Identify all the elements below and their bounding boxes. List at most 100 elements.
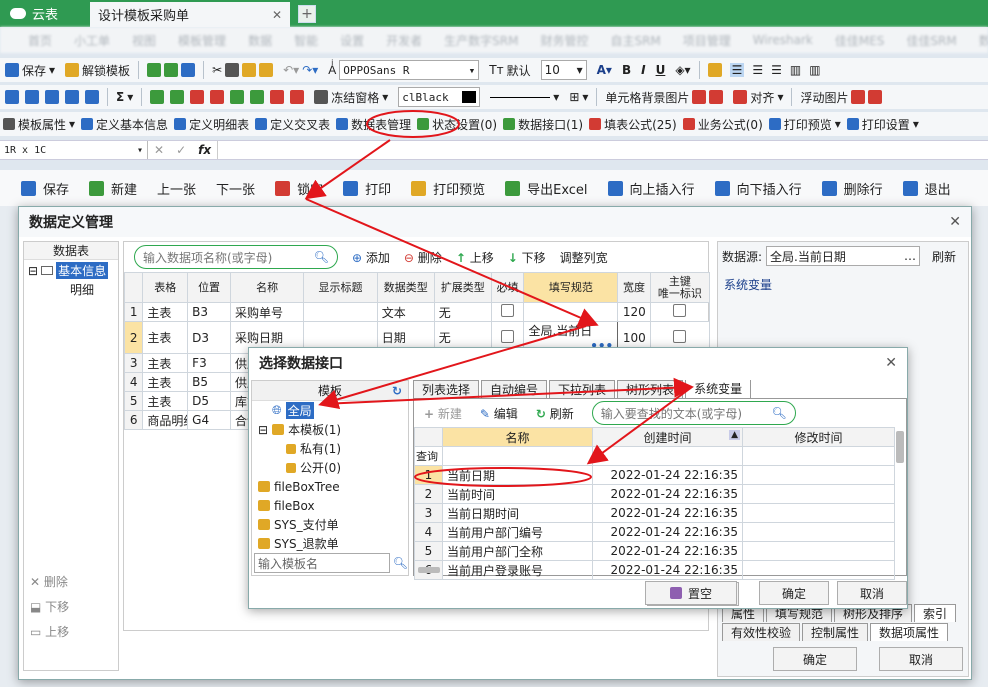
cell-name[interactable]: 当前日期时间 bbox=[442, 503, 593, 523]
column-header[interactable]: 宽度 bbox=[617, 272, 651, 303]
table-row[interactable]: 1 主表 B3 采购单号 文本无 120 bbox=[123, 302, 711, 322]
close-icon[interactable]: ✕ bbox=[272, 8, 282, 22]
underline-icon[interactable]: U bbox=[656, 63, 666, 77]
column-header[interactable]: 数据类型 bbox=[376, 272, 435, 303]
table-row[interactable]: 6当前用户登录账号2022-01-24 22:16:35 bbox=[414, 560, 895, 580]
template-tree-item[interactable]: ⊟ 本模板(1) bbox=[252, 420, 408, 439]
cell-modified[interactable] bbox=[742, 560, 895, 580]
menu-item[interactable]: 财务管控 bbox=[540, 32, 588, 49]
menu-item[interactable]: Wireshark bbox=[753, 33, 813, 47]
toolbar3-item[interactable]: 定义交叉表 bbox=[252, 113, 333, 135]
interface-search-input[interactable]: 输入要查找的文本(或字母) 🔍︎ bbox=[591, 401, 796, 425]
cell-name[interactable]: 采购单号 bbox=[229, 302, 305, 322]
cell-t[interactable]: 主表 bbox=[142, 391, 189, 411]
font-color-icon[interactable]: A▾ bbox=[597, 63, 612, 77]
save-menu[interactable]: 保存 ▾ bbox=[0, 59, 60, 81]
toolbar3-item[interactable]: 打印预览 ▾ bbox=[766, 113, 844, 135]
delete-table-button[interactable]: ✕ 删除 bbox=[30, 570, 69, 595]
action-button[interactable]: 打印预览 bbox=[402, 173, 494, 203]
action-button[interactable]: 打印 bbox=[334, 173, 400, 203]
toolbar3-item[interactable]: 状态设置(0) bbox=[414, 113, 500, 135]
column-header[interactable]: 填写规范 bbox=[523, 272, 619, 303]
align-tools[interactable]: ☰ ☰ ☰ ▥ ▥ bbox=[703, 59, 826, 81]
template-search-input[interactable]: 输入模板名 bbox=[254, 553, 390, 573]
bold-icon[interactable]: B bbox=[622, 63, 631, 77]
clear-button[interactable]: 置空 bbox=[645, 581, 737, 605]
action-button[interactable]: 向下插入行 bbox=[706, 173, 811, 203]
template-tree-item[interactable]: 私有(1) bbox=[252, 439, 408, 458]
confirm-icon[interactable]: ✓ bbox=[176, 143, 186, 157]
toolbar3-item[interactable]: 数据接口(1) bbox=[500, 113, 586, 135]
row-col-tools[interactable] bbox=[145, 86, 309, 108]
action-button[interactable]: 上一张 bbox=[148, 173, 205, 203]
toolbar3-item[interactable]: 数据表管理 bbox=[333, 113, 414, 135]
toolbar3-item[interactable]: 打印设置 ▾ bbox=[844, 113, 922, 135]
menu-item[interactable]: 项目管理 bbox=[683, 32, 731, 49]
menu-item[interactable]: 首页 bbox=[28, 32, 52, 49]
fx-icon[interactable]: fx bbox=[198, 143, 211, 157]
undo-redo[interactable]: ↶▾ ↷▾ bbox=[278, 59, 323, 81]
close-icon[interactable]: ✕ bbox=[885, 355, 897, 371]
grid-tools[interactable] bbox=[0, 86, 104, 108]
line-color-selector[interactable]: clBlack bbox=[393, 86, 485, 108]
cell-modified[interactable] bbox=[742, 541, 895, 561]
checkbox[interactable] bbox=[673, 329, 687, 343]
freeze-panes-menu[interactable]: 冻结窗格 ▾ bbox=[309, 86, 393, 108]
move-down-button[interactable]: ↓ 下移 bbox=[508, 249, 546, 266]
query-cell[interactable] bbox=[442, 446, 593, 466]
action-button[interactable]: 锁定 bbox=[266, 173, 332, 203]
source-input[interactable]: 全局.当前日期… bbox=[766, 246, 921, 266]
border-selector[interactable]: ⊞ ▾ bbox=[564, 86, 593, 108]
property-tab[interactable]: 有效性校验 bbox=[722, 623, 801, 641]
unlock-template-button[interactable]: 解锁模板 bbox=[60, 59, 135, 81]
menu-item[interactable]: 佳佳MES bbox=[835, 32, 885, 49]
align-center-icon[interactable]: ☰ bbox=[752, 63, 763, 77]
action-button[interactable]: 导出Excel bbox=[496, 173, 596, 203]
query-cell[interactable] bbox=[592, 446, 743, 466]
cell-modified[interactable] bbox=[742, 503, 895, 523]
toolbar3-item[interactable]: 模板属性 ▾ bbox=[0, 113, 78, 135]
font-selector[interactable]: Aͥ OPPOSans R ▾ bbox=[323, 59, 484, 81]
column-header[interactable]: 表格 bbox=[142, 272, 189, 303]
table-row[interactable]: 5 当前用户部门全称 2022-01-24 22:16:35 bbox=[414, 541, 895, 561]
format-tools[interactable] bbox=[142, 59, 200, 81]
cell-p[interactable]: F3 bbox=[187, 353, 231, 373]
menu-item[interactable]: 数据库 bbox=[979, 32, 988, 49]
move-up-button[interactable]: ↑ 上移 bbox=[456, 249, 494, 266]
cell-p[interactable]: G4 bbox=[187, 410, 231, 430]
adjust-width-button[interactable]: 调整列宽 bbox=[560, 249, 608, 266]
column-header[interactable]: 位置 bbox=[187, 272, 231, 303]
tree-item-detail[interactable]: 明细 bbox=[24, 281, 118, 298]
template-tree-item[interactable]: fileBoxTree bbox=[252, 477, 408, 496]
action-button[interactable]: 保存 bbox=[12, 173, 78, 203]
menu-item[interactable]: 模板管理 bbox=[178, 32, 226, 49]
cell-name[interactable]: 当前日期 bbox=[442, 465, 593, 485]
property-tab[interactable]: 索引 bbox=[914, 604, 957, 622]
query-cell[interactable] bbox=[742, 446, 895, 466]
interface-tab[interactable]: 树形列表 bbox=[617, 380, 684, 398]
property-tab[interactable]: 控制属性 bbox=[802, 623, 869, 641]
italic-icon[interactable]: I bbox=[641, 63, 645, 77]
move-up-table-button[interactable]: ▭ 上移 bbox=[30, 620, 69, 645]
cell-required[interactable] bbox=[490, 302, 525, 322]
checkbox[interactable] bbox=[673, 304, 687, 317]
action-button[interactable]: 下一张 bbox=[207, 173, 264, 203]
cell-p[interactable]: D5 bbox=[187, 391, 231, 411]
field-search-input[interactable]: 输入数据项名称(或字母) 🔍︎ bbox=[134, 245, 338, 269]
menu-item[interactable]: 自主SRM bbox=[610, 32, 660, 49]
toolbar3-item[interactable]: 定义明细表 bbox=[171, 113, 252, 135]
move-down-table-button[interactable]: ⬓ 下移 bbox=[30, 595, 69, 620]
template-tree-item[interactable]: 🌐︎ 全局 bbox=[252, 401, 408, 420]
expand-icon[interactable]: ⊟ bbox=[258, 423, 268, 437]
search-icon[interactable]: 🔍︎ bbox=[393, 556, 408, 570]
action-button[interactable]: 向上插入行 bbox=[599, 173, 704, 203]
table-row[interactable]: 1 当前日期 2022-01-24 22:16:35 bbox=[414, 465, 895, 485]
refresh-button[interactable]: 刷新 bbox=[932, 248, 956, 265]
tree-item-basic[interactable]: ⊟ 基本信息 bbox=[24, 260, 118, 281]
cell-t[interactable]: 主表 bbox=[142, 353, 189, 373]
menu-item[interactable]: 佳佳SRM bbox=[906, 32, 956, 49]
cell-modified[interactable] bbox=[742, 465, 895, 485]
cell-name[interactable]: 当前用户部门编号 bbox=[442, 522, 593, 542]
new-button[interactable]: + 新建 bbox=[424, 405, 462, 422]
float-image-button[interactable]: 浮动图片 bbox=[795, 86, 887, 108]
